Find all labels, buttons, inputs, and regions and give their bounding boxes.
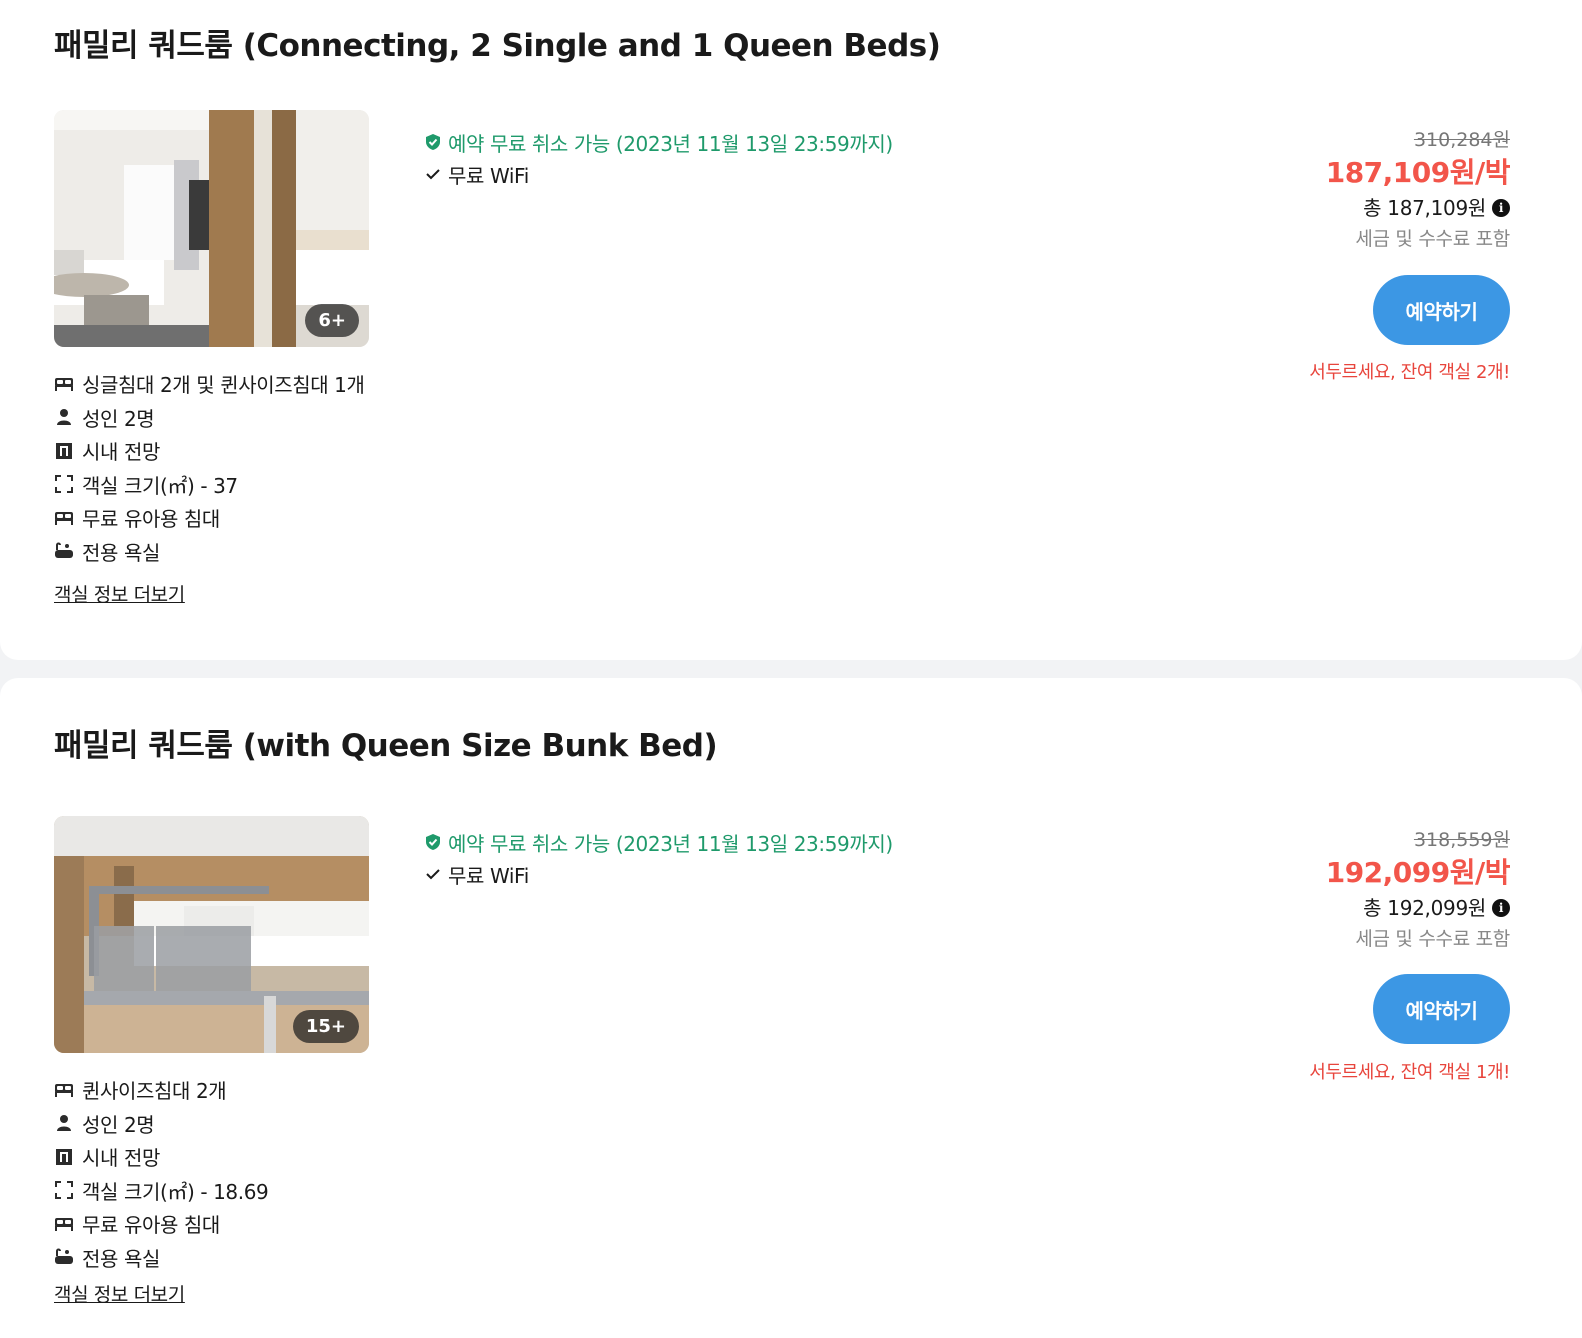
person-icon [54, 407, 74, 427]
amenity-label: 성인 2명 [82, 406, 155, 431]
bed-icon [54, 1080, 74, 1100]
amenity-item: 싱글침대 2개 및 퀸사이즈침대 1개 [54, 367, 365, 401]
amenity-item: 시내 전망 [54, 1140, 268, 1174]
book-button[interactable]: 예약하기 [1373, 275, 1510, 345]
free-cancel-perk: 예약 무료 취소 가능 (2023년 11월 13일 23:59까지) [424, 126, 893, 158]
price-per-night: 187,109원/박 [1325, 156, 1511, 189]
room-card: 패밀리 쿼드룸 (Connecting, 2 Single and 1 Quee… [0, 0, 1582, 660]
amenity-label: 시내 전망 [82, 440, 160, 465]
amenity-item: 성인 2명 [54, 401, 364, 435]
person-icon [54, 1113, 74, 1133]
bed-icon [54, 374, 74, 394]
shield-check-icon [424, 833, 442, 851]
wifi-perk: 무료 WiFi [424, 858, 893, 890]
room-perks: 예약 무료 취소 가능 (2023년 11월 13일 23:59까지) 무료 W… [424, 826, 893, 890]
check-icon [424, 165, 442, 183]
room-photo[interactable]: 6+ [54, 110, 369, 347]
original-price: 310,284원 [1413, 129, 1510, 151]
amenity-item: 퀸사이즈침대 2개 [54, 1073, 268, 1107]
amenity-item: 전용 욕실 [54, 535, 364, 569]
total-price: 총 192,099원 [1363, 896, 1486, 920]
amenity-list: 퀸사이즈침대 2개 성인 2명 시내 전망 객실 크기(㎡) - 18.69 무… [54, 1073, 269, 1275]
photo-count-badge: 15+ [292, 1010, 359, 1043]
free-cancel-text: 예약 무료 취소 가능 (2023년 11월 13일 23:59까지) [448, 131, 893, 156]
amenity-list: 싱글침대 2개 및 퀸사이즈침대 1개 성인 2명 시내 전망 객실 크기(㎡)… [54, 367, 365, 569]
amenity-label: 성인 2명 [82, 1112, 155, 1137]
book-button[interactable]: 예약하기 [1373, 974, 1510, 1044]
room-title: 패밀리 쿼드룸 (with Queen Size Bunk Bed) [54, 728, 718, 764]
amenity-item: 객실 크기(㎡) - 18.69 [54, 1174, 269, 1208]
city-view-icon [54, 441, 74, 461]
price-block: 310,284원 187,109원/박 총 187,109원 i 세금 및 수수… [1325, 126, 1511, 254]
bed-icon [54, 508, 74, 528]
amenity-label: 객실 크기(㎡) - 37 [82, 473, 238, 498]
city-view-icon [54, 1147, 74, 1167]
original-price: 318,559원 [1413, 829, 1510, 851]
total-price: 총 187,109원 [1363, 196, 1486, 220]
room-size-icon [54, 1180, 74, 1200]
total-price-row: 총 192,099원 i [1326, 892, 1510, 924]
amenity-item: 시내 전망 [54, 434, 364, 468]
amenity-label: 무료 유아용 침대 [82, 1213, 220, 1238]
price-per-night: 192,099원/박 [1325, 856, 1511, 889]
room-perks: 예약 무료 취소 가능 (2023년 11월 13일 23:59까지) 무료 W… [424, 126, 893, 190]
info-icon[interactable]: i [1492, 899, 1510, 917]
room-size-icon [54, 474, 74, 494]
price-block: 318,559원 192,099원/박 총 192,099원 i 세금 및 수수… [1325, 826, 1511, 954]
check-icon [424, 865, 442, 883]
amenity-label: 전용 욕실 [82, 1246, 160, 1271]
wifi-text: 무료 WiFi [448, 863, 529, 888]
bed-icon [54, 1214, 74, 1234]
scarcity-message: 서두르세요, 잔여 객실 1개! [1309, 1062, 1510, 1083]
amenity-label: 무료 유아용 침대 [82, 507, 220, 532]
info-icon[interactable]: i [1492, 199, 1510, 217]
amenity-item: 무료 유아용 침대 [54, 501, 364, 535]
amenity-label: 퀸사이즈침대 2개 [82, 1079, 227, 1104]
bathtub-icon [54, 1247, 74, 1267]
wifi-text: 무료 WiFi [448, 163, 529, 188]
room-details-link[interactable]: 객실 정보 더보기 [54, 1280, 185, 1307]
free-cancel-text: 예약 무료 취소 가능 (2023년 11월 13일 23:59까지) [448, 831, 893, 856]
shield-check-icon [424, 133, 442, 151]
room-photo[interactable]: 15+ [54, 816, 369, 1053]
amenity-label: 전용 욕실 [82, 540, 160, 565]
bathtub-icon [54, 541, 74, 561]
free-cancel-perk: 예약 무료 취소 가능 (2023년 11월 13일 23:59까지) [424, 826, 893, 858]
amenity-label: 시내 전망 [82, 1146, 160, 1171]
tax-note: 세금 및 수수료 포함 [1355, 228, 1510, 250]
amenity-label: 객실 크기(㎡) - 18.69 [82, 1179, 269, 1204]
wifi-perk: 무료 WiFi [424, 158, 893, 190]
room-card: 패밀리 쿼드룸 (with Queen Size Bunk Bed) 15+ 퀸… [0, 678, 1582, 1338]
amenity-item: 전용 욕실 [54, 1241, 268, 1275]
amenity-item: 무료 유아용 침대 [54, 1207, 268, 1241]
room-title: 패밀리 쿼드룸 (Connecting, 2 Single and 1 Quee… [54, 28, 941, 64]
amenity-item: 성인 2명 [54, 1107, 268, 1141]
total-price-row: 총 187,109원 i [1326, 192, 1510, 224]
room-details-link[interactable]: 객실 정보 더보기 [54, 580, 185, 607]
tax-note: 세금 및 수수료 포함 [1355, 928, 1510, 950]
scarcity-message: 서두르세요, 잔여 객실 2개! [1309, 362, 1510, 383]
amenity-item: 객실 크기(㎡) - 37 [54, 468, 364, 502]
photo-count-badge: 6+ [305, 304, 359, 337]
amenity-label: 싱글침대 2개 및 퀸사이즈침대 1개 [82, 373, 365, 398]
